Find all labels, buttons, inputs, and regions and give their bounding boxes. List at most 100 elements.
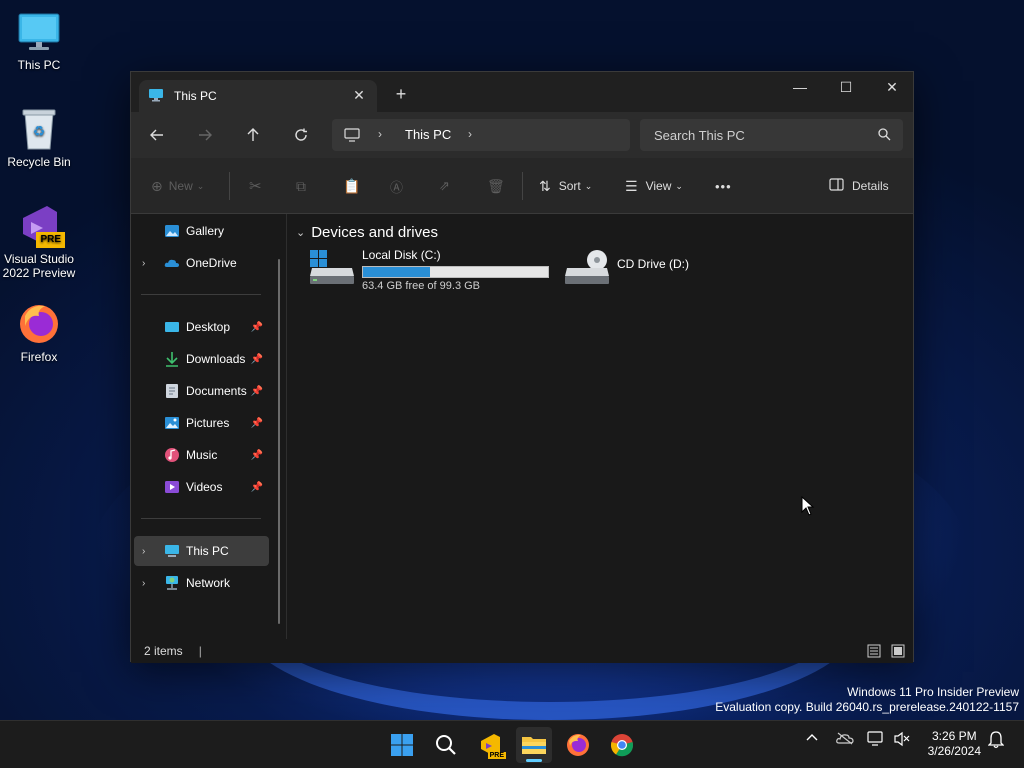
- chevron-down-icon: ⌄: [196, 180, 205, 191]
- svg-text:♻: ♻: [33, 123, 46, 139]
- view-button[interactable]: ☰ View ⌄: [625, 158, 683, 214]
- delete-button[interactable]: 🗑: [487, 158, 505, 214]
- sidebar-divider: [141, 518, 261, 519]
- document-icon: [164, 383, 180, 399]
- windows-drive-icon: [310, 250, 356, 289]
- sidebar-item-label: This PC: [186, 544, 229, 558]
- pin-icon[interactable]: 📌: [251, 450, 263, 461]
- close-button[interactable]: ✕: [869, 72, 915, 102]
- copy-button[interactable]: ⧉: [296, 158, 306, 214]
- view-list-icon: ☰: [625, 177, 638, 194]
- taskbar-file-explorer[interactable]: [516, 727, 552, 763]
- address-bar[interactable]: › This PC ›: [332, 119, 630, 151]
- sidebar-item-onedrive[interactable]: › OneDrive: [134, 248, 269, 278]
- recycle-bin-icon: ♻: [17, 107, 61, 151]
- onedrive-tray-icon[interactable]: [836, 731, 854, 748]
- taskbar-chrome[interactable]: [604, 727, 640, 763]
- sidebar-item-documents[interactable]: Documents 📌: [134, 376, 269, 406]
- music-icon: [164, 447, 180, 463]
- back-button[interactable]: [143, 123, 171, 147]
- pane-divider[interactable]: [286, 214, 287, 639]
- visual-studio-icon: PRE: [17, 204, 65, 248]
- sidebar-item-gallery[interactable]: Gallery: [134, 216, 269, 246]
- refresh-button[interactable]: [287, 123, 315, 147]
- sidebar-item-label: Music: [186, 448, 218, 462]
- desktop-icon-label: Recycle Bin: [7, 155, 71, 169]
- chevron-right-icon[interactable]: ›: [468, 127, 472, 141]
- taskbar-visual-studio[interactable]: PRE: [472, 727, 508, 763]
- minimize-button[interactable]: —: [777, 72, 823, 102]
- forward-button[interactable]: [191, 123, 219, 147]
- chevron-up-icon: [806, 734, 818, 741]
- search-box[interactable]: Search This PC: [640, 119, 903, 151]
- copy-icon: ⧉: [296, 177, 306, 194]
- more-options-button[interactable]: •••: [715, 158, 732, 214]
- cut-button[interactable]: ✂: [249, 158, 262, 214]
- large-icons-view-button[interactable]: [891, 644, 905, 661]
- desktop-icon-visual-studio[interactable]: PRE Visual Studio 2022 Preview: [0, 204, 78, 280]
- sidebar-item-downloads[interactable]: Downloads 📌: [134, 344, 269, 374]
- chevron-down-icon: ⌄: [296, 227, 306, 239]
- sidebar-item-network[interactable]: › Network: [134, 568, 269, 598]
- desktop-icon-this-pc[interactable]: This PC: [0, 10, 78, 72]
- notifications-button[interactable]: [987, 731, 1005, 752]
- status-bar: 2 items |: [131, 639, 913, 663]
- group-header[interactable]: ⌄ Devices and drives: [296, 224, 438, 241]
- chevron-right-icon[interactable]: ›: [142, 546, 145, 557]
- details-button[interactable]: Details: [829, 158, 889, 214]
- share-icon: ⇗: [439, 178, 450, 193]
- volume-muted-tray-icon[interactable]: [893, 731, 911, 750]
- sidebar-item-music[interactable]: Music 📌: [134, 440, 269, 470]
- sidebar-item-pictures[interactable]: Pictures 📌: [134, 408, 269, 438]
- sidebar-divider: [141, 294, 261, 295]
- maximize-button[interactable]: ☐: [823, 72, 869, 102]
- desktop-icon-firefox[interactable]: Firefox: [0, 302, 78, 364]
- sort-button[interactable]: ⇅ Sort ⌄: [539, 158, 592, 214]
- sidebar-item-label: Gallery: [186, 224, 225, 238]
- pin-icon[interactable]: 📌: [251, 386, 263, 397]
- chevron-right-icon[interactable]: ›: [142, 258, 145, 269]
- tab-this-pc[interactable]: This PC ✕: [139, 80, 377, 112]
- breadcrumb-this-pc[interactable]: This PC: [405, 127, 451, 142]
- new-tab-button[interactable]: +: [391, 84, 411, 104]
- toolbar-divider: [229, 172, 230, 200]
- arrow-right-icon: [199, 129, 212, 141]
- mouse-cursor: [801, 495, 815, 519]
- chevron-right-icon[interactable]: ›: [142, 578, 145, 589]
- sort-icon: ⇅: [539, 177, 551, 194]
- taskbar-firefox[interactable]: [560, 727, 596, 763]
- pin-icon[interactable]: 📌: [251, 322, 263, 333]
- search-input[interactable]: Search This PC: [654, 128, 745, 143]
- sidebar-item-label: Downloads: [186, 352, 246, 366]
- start-button[interactable]: [384, 727, 420, 763]
- drive-usage-bar: [362, 266, 549, 278]
- sidebar-scrollbar[interactable]: [278, 259, 280, 624]
- desktop-icon-recycle-bin[interactable]: ♻ Recycle Bin: [0, 107, 78, 169]
- tab-close-button[interactable]: ✕: [351, 87, 367, 103]
- sidebar-item-videos[interactable]: Videos 📌: [134, 472, 269, 502]
- drive-item-d[interactable]: CD Drive (D:): [565, 248, 765, 298]
- pin-icon[interactable]: 📌: [251, 482, 263, 493]
- search-button[interactable]: [428, 727, 464, 763]
- desktop-icon-label: Visual Studio 2022 Preview: [2, 252, 76, 280]
- desktop-icon-label: Firefox: [20, 350, 58, 364]
- chevron-right-icon[interactable]: ›: [378, 127, 382, 141]
- share-button[interactable]: ⇗: [439, 158, 450, 214]
- details-view-button[interactable]: [867, 644, 881, 661]
- scissors-icon: ✂: [249, 178, 262, 195]
- up-button[interactable]: [239, 123, 267, 147]
- sidebar-item-desktop[interactable]: Desktop 📌: [134, 312, 269, 342]
- drive-item-c[interactable]: Local Disk (C:) 63.4 GB free of 99.3 GB: [310, 248, 550, 298]
- pin-icon[interactable]: 📌: [251, 418, 263, 429]
- new-button[interactable]: ⊕ New ⌄: [151, 158, 204, 214]
- show-hidden-icons-button[interactable]: [806, 731, 818, 747]
- paste-button[interactable]: 📋: [343, 158, 360, 214]
- monitor-icon: [148, 87, 164, 106]
- pin-icon[interactable]: 📌: [251, 354, 263, 365]
- sidebar-item-label: Desktop: [186, 320, 231, 334]
- system-clock[interactable]: 3:26 PM 3/26/2024: [928, 729, 981, 759]
- network-tray-icon[interactable]: [867, 731, 885, 750]
- rename-button[interactable]: Ⓐ: [390, 158, 403, 214]
- sidebar-item-this-pc[interactable]: › This PC: [134, 536, 269, 566]
- network-icon: [164, 575, 180, 591]
